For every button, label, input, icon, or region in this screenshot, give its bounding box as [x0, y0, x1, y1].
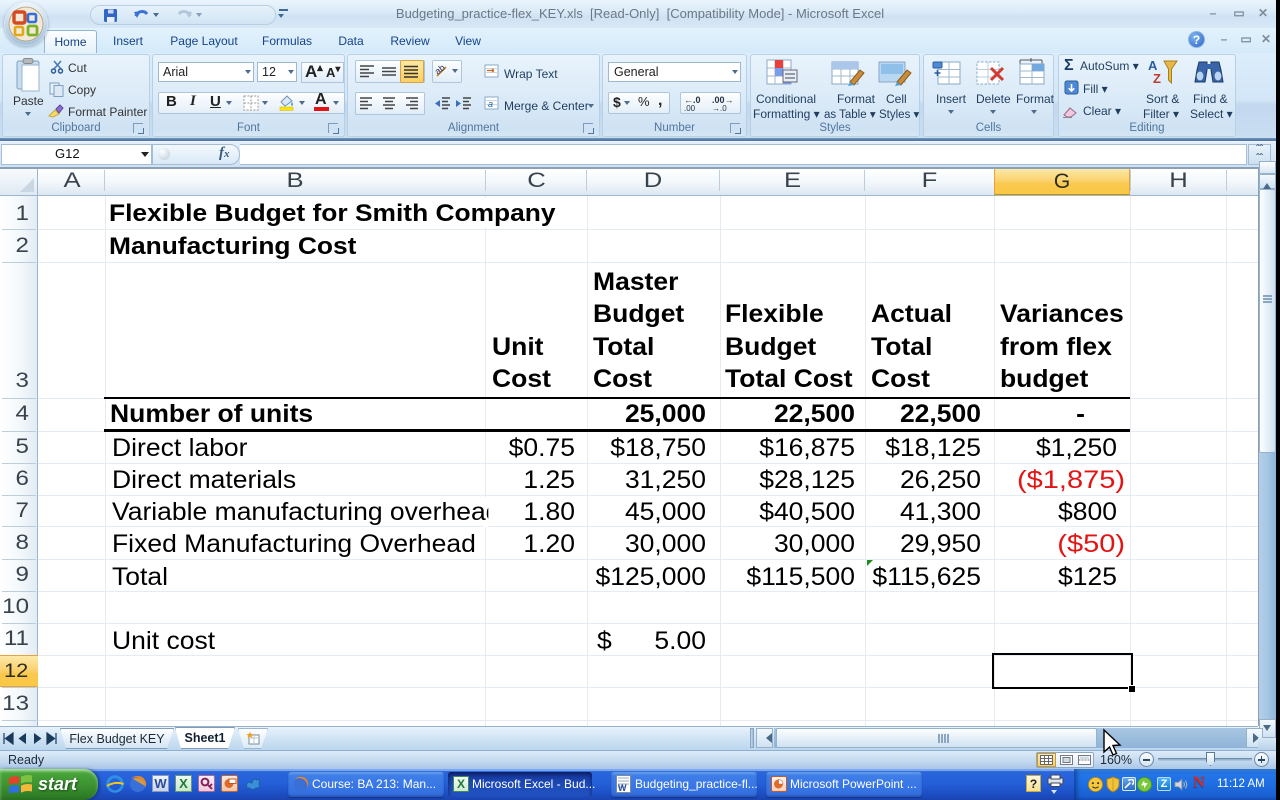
- svg-text:Z: Z: [1153, 71, 1161, 86]
- svg-text:ab: ab: [435, 63, 447, 76]
- svg-text:a: a: [488, 99, 493, 109]
- svg-text:W: W: [618, 783, 627, 793]
